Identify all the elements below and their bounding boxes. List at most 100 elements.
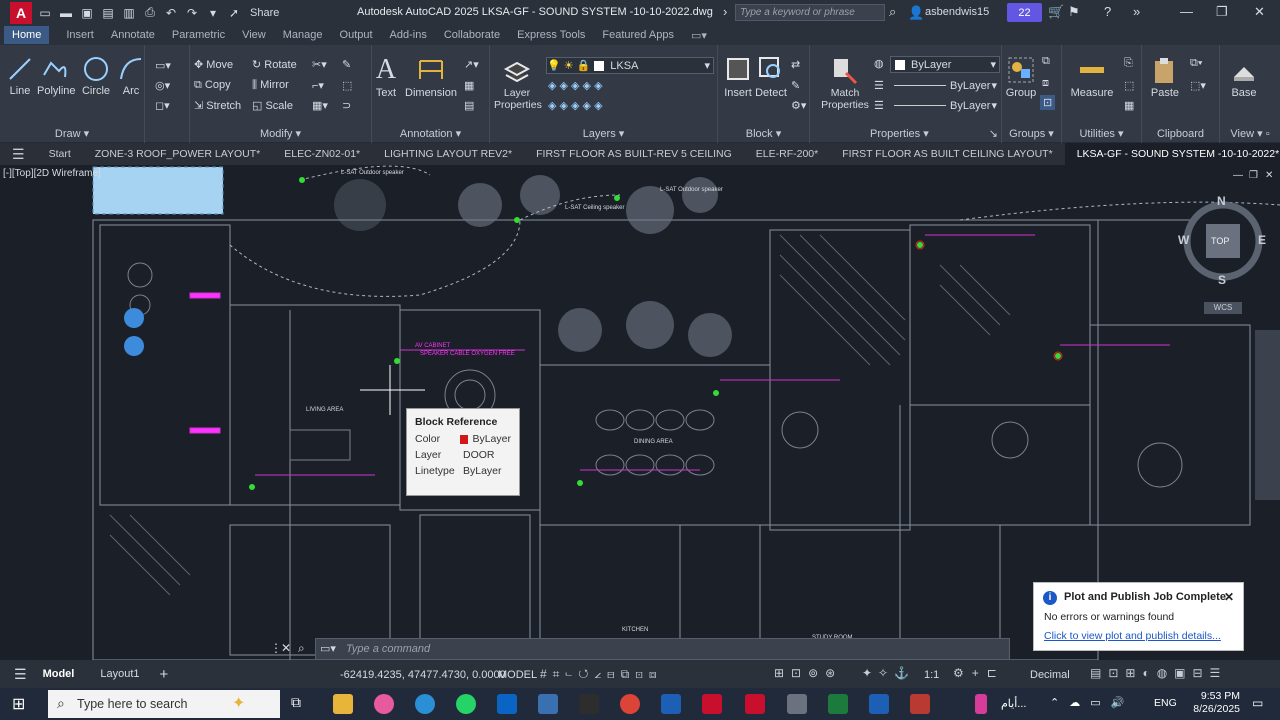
- arc-button[interactable]: Arc: [118, 55, 144, 97]
- file-tab-active[interactable]: LKSA-GF - SOUND SYSTEM -10-10-2022* ✕: [1064, 143, 1280, 165]
- minimize-icon[interactable]: —: [1180, 4, 1193, 19]
- app-icon[interactable]: [538, 694, 558, 714]
- create-block-icon[interactable]: ⇄: [791, 58, 800, 71]
- tab-manage[interactable]: Manage: [283, 29, 323, 41]
- fillet-icon[interactable]: ⌐▾: [312, 79, 324, 92]
- leader-icon[interactable]: ↗▾: [464, 58, 479, 71]
- copilot-icon[interactable]: [374, 694, 394, 714]
- file-tab[interactable]: FIRST FLOOR AS BUILT CEILING LAYOUT*: [830, 148, 1064, 160]
- outlook-icon[interactable]: [497, 694, 517, 714]
- ungroup-icon[interactable]: ⧉: [1042, 55, 1050, 68]
- lineweight-dropdown[interactable]: ByLayer ▾: [890, 77, 1000, 94]
- group-selection-toggle-icon[interactable]: ⊡: [1040, 95, 1056, 110]
- input-language[interactable]: ENG: [1154, 697, 1177, 709]
- app-icon[interactable]: [579, 694, 599, 714]
- lineweight-icon[interactable]: ☰: [874, 79, 884, 92]
- viewport-restore-icon[interactable]: ❐: [1249, 170, 1258, 181]
- edge-icon[interactable]: [415, 694, 435, 714]
- notification-badge[interactable]: 22: [1007, 3, 1042, 22]
- hatch-icon[interactable]: ◎▾: [155, 79, 170, 92]
- viewcube[interactable]: N S E W TOP: [1178, 194, 1266, 287]
- move-button[interactable]: ✥ Move: [194, 58, 233, 71]
- clock[interactable]: 9:53 PM 8/26/2025: [1180, 690, 1240, 716]
- measure-button[interactable]: Measure: [1066, 55, 1118, 99]
- rectangle-icon[interactable]: ▭▾: [155, 59, 171, 72]
- annotation-scale[interactable]: 1:1: [924, 669, 939, 681]
- close-icon[interactable]: ✕: [1254, 4, 1265, 20]
- clipboard-panel-title[interactable]: Clipboard: [1142, 128, 1219, 140]
- base-button[interactable]: Base: [1226, 55, 1262, 99]
- undo-icon[interactable]: ↶: [163, 6, 179, 20]
- cut-icon[interactable]: ⬚▾: [1190, 79, 1206, 92]
- layer-tools-row1-icons[interactable]: ◈ ◈ ◈ ◈ ◈: [548, 79, 603, 92]
- app-icon[interactable]: [910, 694, 930, 714]
- color-dropdown[interactable]: ByLayer ▾: [890, 56, 1000, 73]
- notification-close-icon[interactable]: ✕: [1224, 590, 1234, 604]
- autocad-logo[interactable]: A: [10, 1, 32, 24]
- snipping-tool-icon[interactable]: [787, 694, 807, 714]
- erase-icon[interactable]: ✎: [342, 58, 351, 71]
- chevron-right-icon[interactable]: ›: [723, 4, 727, 19]
- tab-output[interactable]: Output: [340, 29, 373, 41]
- task-view-icon[interactable]: ⧉: [291, 694, 301, 711]
- detect-button[interactable]: Detect: [754, 55, 788, 99]
- weather-icon[interactable]: [975, 694, 987, 714]
- table-grid-icon[interactable]: ▤: [464, 99, 474, 112]
- block-panel-title[interactable]: Block ▾: [718, 127, 809, 140]
- chrome-icon[interactable]: [620, 694, 640, 714]
- calculator-icon[interactable]: ▦: [1124, 99, 1134, 112]
- model-tab[interactable]: Model: [43, 668, 75, 680]
- trim-icon[interactable]: ✂▾: [312, 58, 327, 71]
- notifications-icon[interactable]: ▭: [1252, 696, 1263, 710]
- modify-panel-title[interactable]: Modify ▾: [190, 127, 371, 140]
- maximize-icon[interactable]: ❐: [1216, 4, 1228, 20]
- circle-button[interactable]: Circle: [80, 55, 112, 97]
- web-mobile-icon[interactable]: ▥: [121, 6, 137, 20]
- tab-parametric[interactable]: Parametric: [172, 29, 225, 41]
- draw-panel-title[interactable]: Draw ▾: [0, 127, 144, 140]
- tabs-menu-icon[interactable]: ☰: [0, 146, 37, 163]
- share-button[interactable]: Share: [250, 7, 279, 19]
- viewport-minimize-icon[interactable]: —: [1233, 170, 1243, 181]
- save-icon[interactable]: ▣: [79, 6, 95, 20]
- acrobat-icon[interactable]: [702, 694, 722, 714]
- layer-tools-row2-icons[interactable]: ◈ ◈ ◈ ◈ ◈: [548, 99, 603, 112]
- file-tab[interactable]: FIRST FLOOR AS BUILT-REV 5 CEILING: [524, 148, 744, 160]
- file-tab[interactable]: ZONE-3 ROOF_POWER LAYOUT*: [83, 148, 273, 160]
- file-tab[interactable]: LIGHTING LAYOUT REV2*: [372, 148, 524, 160]
- ribbon-toggle-icon[interactable]: ▭▾: [691, 29, 707, 42]
- properties-panel-title[interactable]: Properties ▾ ↘: [810, 127, 1001, 140]
- new-icon[interactable]: ▭: [37, 6, 53, 20]
- autodesk-app-icon[interactable]: ⚑: [1068, 4, 1080, 20]
- groups-panel-title[interactable]: Groups ▾: [1002, 127, 1061, 140]
- tab-home[interactable]: Home: [4, 26, 50, 44]
- stretch-button[interactable]: ⇲ Stretch: [194, 99, 241, 112]
- block-attribute-icon[interactable]: ⚙▾: [791, 99, 806, 112]
- open-icon[interactable]: ▬: [58, 6, 74, 20]
- share-icon[interactable]: ➚: [226, 6, 242, 20]
- view-panel-title[interactable]: View ▾ ▫: [1220, 127, 1280, 140]
- search-icon[interactable]: ⌕: [889, 4, 896, 20]
- autocad-taskbar-icon[interactable]: [745, 694, 765, 714]
- mirror-button[interactable]: ⫼ Mirror: [252, 79, 289, 92]
- viewcube-east[interactable]: E: [1258, 233, 1266, 247]
- layout1-tab[interactable]: Layout1: [100, 668, 139, 680]
- model-space-button[interactable]: MODEL: [498, 669, 537, 681]
- viewport-close-icon[interactable]: ✕: [1265, 170, 1273, 181]
- linetype-icon[interactable]: ☰: [874, 99, 884, 112]
- plot-icon[interactable]: ⎙: [142, 5, 158, 20]
- group-button[interactable]: Group: [1004, 55, 1038, 99]
- launcher-icon[interactable]: ↘: [989, 127, 998, 140]
- region-icon[interactable]: ◻▾: [155, 99, 170, 112]
- excel-icon[interactable]: [828, 694, 848, 714]
- wcs-menu[interactable]: WCS: [1204, 302, 1242, 314]
- photos-icon[interactable]: [869, 694, 889, 714]
- tab-insert[interactable]: Insert: [66, 29, 94, 41]
- status-tray-icons[interactable]: ▤⊡⊞◐◍▣⊟☰: [1090, 666, 1227, 680]
- user-name[interactable]: asbendwis15: [925, 6, 989, 18]
- copy-button[interactable]: ⧉ Copy: [194, 79, 231, 92]
- whatsapp-icon[interactable]: [456, 694, 476, 714]
- layer-properties-button[interactable]: Layer Properties: [494, 55, 542, 111]
- explode-icon[interactable]: ⬚: [342, 79, 352, 92]
- drafting-toggle-icons[interactable]: #⌗⌙↺∠⊟⧉⊡⧈: [540, 667, 663, 682]
